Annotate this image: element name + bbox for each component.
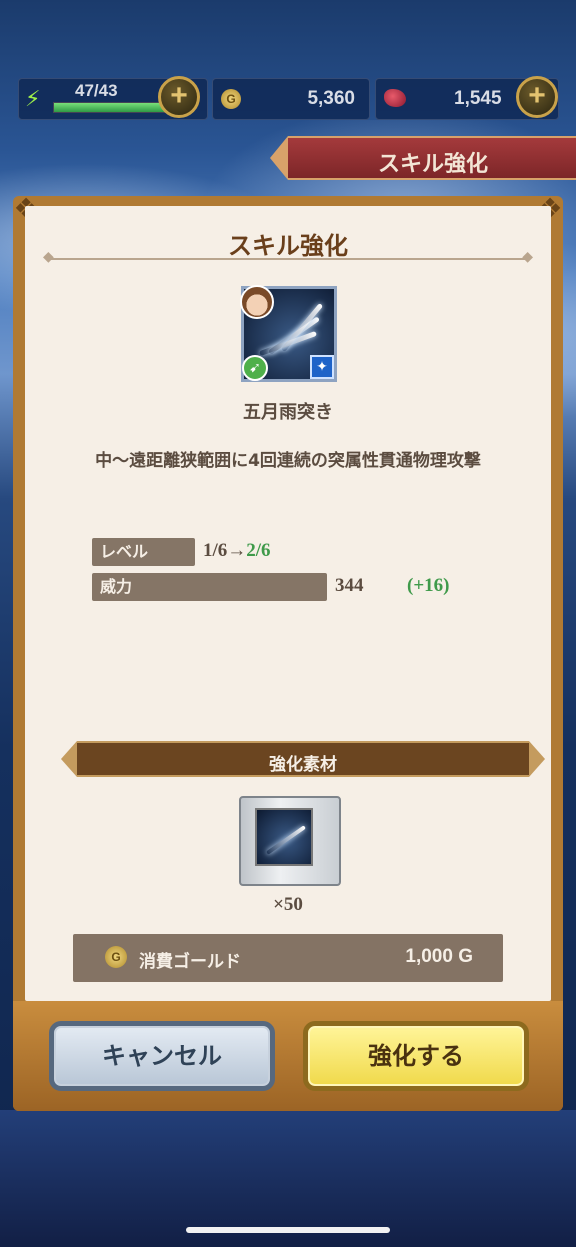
skill-description: 中〜遠距離狭範囲に4回連続の突属性貫通物理攻撃 (95, 451, 481, 471)
spear-graphic (280, 302, 324, 353)
element-icon: ✦ (310, 355, 334, 379)
upgrade-button[interactable]: 強化する (303, 1021, 529, 1091)
power-increase: (+16) (407, 575, 450, 596)
pierce-type-icon: ➹ (242, 355, 268, 381)
level-value: 1/6→2/6 (203, 540, 271, 562)
header-ribbon: スキル強化 (270, 136, 576, 180)
level-label: レベル (92, 538, 195, 566)
material-image (255, 808, 313, 866)
gold-display: G 5,360 (212, 78, 370, 120)
level-current: 1/6→ (203, 540, 247, 561)
skill-upgrade-dialog: ❖ ❖ ❖ ❖ スキル強化 ➹ ✦ 五月雨突き 中〜遠距離狭範囲に4回連続の突属… (13, 192, 563, 1114)
cost-value: 1,000 G (405, 946, 473, 967)
gold-coin-icon: G (221, 89, 241, 109)
skill-name: 五月雨突き (243, 402, 333, 423)
materials-title: 強化素材 (269, 755, 337, 775)
dialog-title: スキル強化 (228, 232, 348, 260)
title-divider (43, 249, 533, 265)
gem-icon (384, 89, 406, 107)
stamina-bar-fill (54, 103, 168, 112)
home-indicator[interactable] (186, 1227, 390, 1233)
stamina-value: 47/43 (75, 81, 118, 100)
gem-value: 1,545 (454, 88, 502, 109)
material-scroll-item[interactable] (239, 796, 341, 886)
power-label: 威力 (92, 573, 327, 601)
cost-label: 消費ゴールド (139, 952, 241, 972)
page-title: スキル強化 (378, 152, 489, 177)
dialog-body: スキル強化 ➹ ✦ 五月雨突き 中〜遠距離狭範囲に4回連続の突属性貫通物理攻撃 … (25, 206, 551, 1001)
skill-icon[interactable]: ➹ ✦ (240, 285, 337, 382)
gold-coin-icon: G (105, 946, 127, 968)
power-value: 344 (335, 575, 364, 596)
cancel-button[interactable]: キャンセル (49, 1021, 275, 1091)
gold-cost-bar: G 消費ゴールド 1,000 G (73, 934, 503, 982)
add-stamina-button[interactable]: + (158, 76, 200, 118)
material-quantity: ×50 (273, 894, 303, 915)
stamina-bar (53, 102, 169, 113)
bolt-icon: ⚡ (25, 87, 41, 112)
add-gems-button[interactable]: + (516, 76, 558, 118)
materials-banner: 強化素材 (61, 741, 545, 777)
level-next: 2/6 (246, 540, 271, 561)
gold-value: 5,360 (307, 88, 355, 109)
character-avatar (240, 285, 274, 319)
spear-graphic (266, 825, 306, 855)
